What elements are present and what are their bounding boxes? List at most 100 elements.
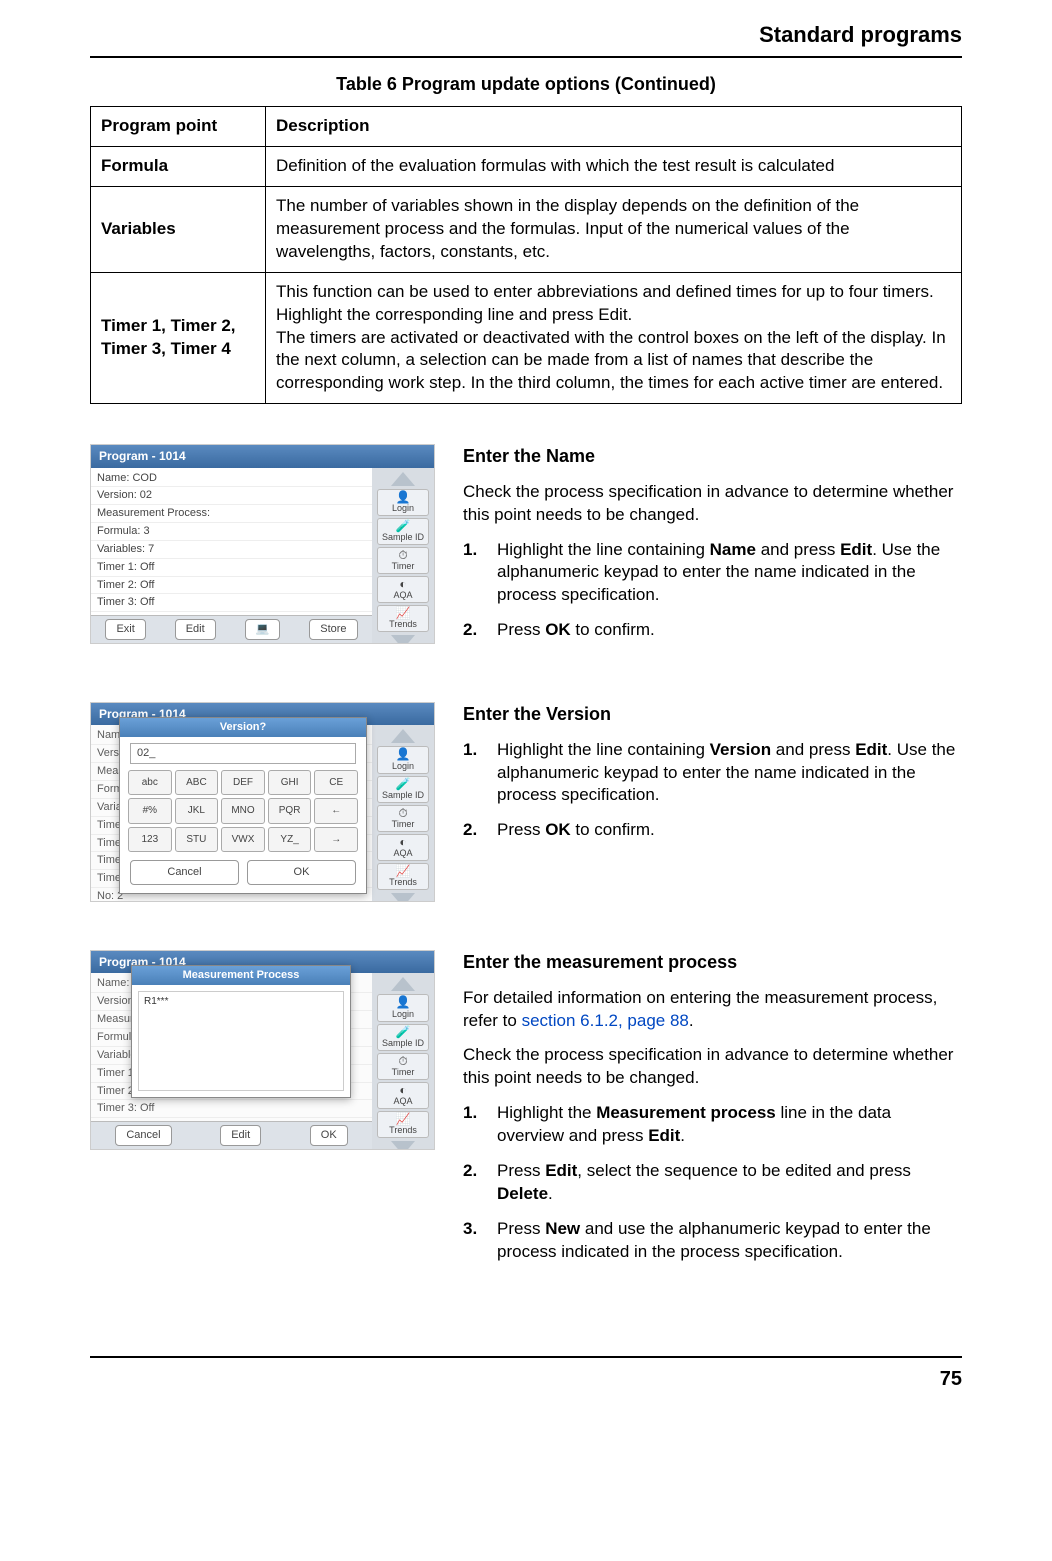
step: Highlight the line containing Name and p… bbox=[463, 539, 962, 608]
list-item: Name: COD bbox=[91, 470, 372, 488]
screenshot-enter-version: Program - 1014 Name: CODVersion: 02Measu… bbox=[90, 702, 435, 902]
measurement-process-modal: Measurement Process R1*** bbox=[131, 965, 351, 1098]
section-heading: Enter the measurement process bbox=[463, 950, 962, 974]
scroll-up-icon[interactable] bbox=[391, 472, 415, 486]
table-row: Variables The number of variables shown … bbox=[91, 186, 962, 272]
key[interactable]: ← bbox=[314, 798, 358, 824]
step: Press OK to confirm. bbox=[463, 619, 962, 642]
label: Trends bbox=[389, 619, 417, 629]
scroll-down-icon[interactable] bbox=[391, 1141, 415, 1150]
header-rule bbox=[90, 56, 962, 58]
key[interactable]: → bbox=[314, 827, 358, 853]
side-trends-button[interactable]: 📈Trends bbox=[377, 863, 429, 890]
side-login-button[interactable]: 👤Login bbox=[377, 746, 429, 773]
section-enter-name: Program - 1014 Name: COD Version: 02 Mea… bbox=[90, 444, 962, 654]
thumb-bottombar: Exit Edit 💻 Store bbox=[91, 615, 372, 643]
section-heading: Enter the Version bbox=[463, 702, 962, 726]
side-sampleid-button[interactable]: 🧪Sample ID bbox=[377, 776, 429, 803]
side-timer-button[interactable]: ⏱Timer bbox=[377, 805, 429, 832]
scroll-up-icon[interactable] bbox=[391, 977, 415, 991]
side-sampleid-button[interactable]: 🧪Sample ID bbox=[377, 518, 429, 545]
key[interactable]: DEF bbox=[221, 770, 265, 796]
list-item: Variables: 7 bbox=[91, 541, 372, 559]
list-item: Formula: 3 bbox=[91, 523, 372, 541]
section-intro: Check the process specification in advan… bbox=[463, 481, 962, 527]
section-enter-measurement-process: Program - 1014 Name: CODVersion: 02Measu… bbox=[90, 950, 962, 1276]
edit-button[interactable]: Edit bbox=[175, 619, 216, 640]
key[interactable]: #% bbox=[128, 798, 172, 824]
section-enter-version: Program - 1014 Name: CODVersion: 02Measu… bbox=[90, 702, 962, 902]
step: Highlight the line containing Version an… bbox=[463, 739, 962, 808]
key[interactable]: STU bbox=[175, 827, 219, 853]
exit-button[interactable]: Exit bbox=[105, 619, 145, 640]
scroll-up-icon[interactable] bbox=[391, 729, 415, 743]
scroll-down-icon[interactable] bbox=[391, 893, 415, 902]
header-title: Standard programs bbox=[90, 20, 962, 50]
label: AQA bbox=[393, 590, 412, 600]
section-paragraph: Check the process specification in advan… bbox=[463, 1044, 962, 1090]
pc-icon-button[interactable]: 💻 bbox=[245, 619, 281, 640]
ok-button[interactable]: OK bbox=[310, 1125, 348, 1146]
step: Press OK to confirm. bbox=[463, 819, 962, 842]
cross-reference-link[interactable]: section 6.1.2, page 88 bbox=[522, 1011, 689, 1030]
side-sampleid-button[interactable]: 🧪Sample ID bbox=[377, 1024, 429, 1051]
cell-desc: This function can be used to enter abbre… bbox=[266, 272, 962, 404]
label: Sample ID bbox=[382, 532, 424, 542]
keypad-ok-button[interactable]: OK bbox=[247, 860, 356, 885]
list-item: Timer 3: Off bbox=[91, 594, 372, 612]
step: Press Edit, select the sequence to be ed… bbox=[463, 1160, 962, 1206]
th-description: Description bbox=[266, 106, 962, 146]
key[interactable]: abc bbox=[128, 770, 172, 796]
table-row: Timer 1, Timer 2, Timer 3, Timer 4 This … bbox=[91, 272, 962, 404]
thumb-titlebar: Program - 1014 bbox=[91, 445, 434, 467]
cell-point: Formula bbox=[91, 146, 266, 186]
screenshot-enter-name: Program - 1014 Name: COD Version: 02 Mea… bbox=[90, 444, 435, 644]
section-heading: Enter the Name bbox=[463, 444, 962, 468]
section-paragraph: For detailed information on entering the… bbox=[463, 987, 962, 1033]
step: Highlight the Measurement process line i… bbox=[463, 1102, 962, 1148]
scroll-down-icon[interactable] bbox=[391, 635, 415, 644]
table-caption: Table 6 Program update options (Continue… bbox=[90, 72, 962, 96]
key[interactable]: PQR bbox=[268, 798, 312, 824]
key[interactable]: YZ_ bbox=[268, 827, 312, 853]
key[interactable]: CE bbox=[314, 770, 358, 796]
step: Press New and use the alphanumeric keypa… bbox=[463, 1218, 962, 1264]
keypad-grid: abc ABC DEF GHI CE #% JKL MNO PQR ← 123 … bbox=[120, 770, 366, 857]
keypad-cancel-button[interactable]: Cancel bbox=[130, 860, 239, 885]
key[interactable]: VWX bbox=[221, 827, 265, 853]
modal-list[interactable]: R1*** bbox=[138, 991, 344, 1091]
cell-desc: Definition of the evaluation formulas wi… bbox=[266, 146, 962, 186]
cell-point: Timer 1, Timer 2, Timer 3, Timer 4 bbox=[91, 272, 266, 404]
cell-desc: The number of variables shown in the dis… bbox=[266, 186, 962, 272]
modal-title: Version? bbox=[120, 718, 366, 737]
side-login-button[interactable]: 👤Login bbox=[377, 994, 429, 1021]
options-table: Program point Description Formula Defini… bbox=[90, 106, 962, 404]
side-trends-button[interactable]: 📈Trends bbox=[377, 605, 429, 632]
modal-title: Measurement Process bbox=[132, 966, 350, 985]
key[interactable]: JKL bbox=[175, 798, 219, 824]
side-aqa-button[interactable]: ◐AQA bbox=[377, 576, 429, 603]
side-aqa-button[interactable]: ◐AQA bbox=[377, 1082, 429, 1109]
page-number: 75 bbox=[940, 1368, 962, 1390]
side-timer-button[interactable]: ⏱Timer bbox=[377, 1053, 429, 1080]
label: Login bbox=[392, 503, 414, 513]
cancel-button[interactable]: Cancel bbox=[115, 1125, 171, 1146]
side-aqa-button[interactable]: ◐AQA bbox=[377, 834, 429, 861]
table-row: Formula Definition of the evaluation for… bbox=[91, 146, 962, 186]
list-item: Measurement Process: bbox=[91, 505, 372, 523]
store-button[interactable]: Store bbox=[309, 619, 357, 640]
key[interactable]: ABC bbox=[175, 770, 219, 796]
cell-point: Variables bbox=[91, 186, 266, 272]
side-login-button[interactable]: 👤Login bbox=[377, 489, 429, 516]
edit-button[interactable]: Edit bbox=[220, 1125, 261, 1146]
key[interactable]: 123 bbox=[128, 827, 172, 853]
thumb-sidebar: 👤Login 🧪Sample ID ⏱Timer ◐AQA 📈Trends bbox=[372, 973, 434, 1150]
thumb-bottombar: Cancel Edit OK bbox=[91, 1121, 372, 1149]
side-timer-button[interactable]: ⏱Timer bbox=[377, 547, 429, 574]
thumb-sidebar: 👤Login 🧪Sample ID ⏱Timer ◐AQA 📈Trends bbox=[372, 725, 434, 902]
key[interactable]: MNO bbox=[221, 798, 265, 824]
keypad-field[interactable]: 02_ bbox=[130, 743, 356, 764]
side-trends-button[interactable]: 📈Trends bbox=[377, 1111, 429, 1138]
list-item: Version: 02 bbox=[91, 487, 372, 505]
key[interactable]: GHI bbox=[268, 770, 312, 796]
